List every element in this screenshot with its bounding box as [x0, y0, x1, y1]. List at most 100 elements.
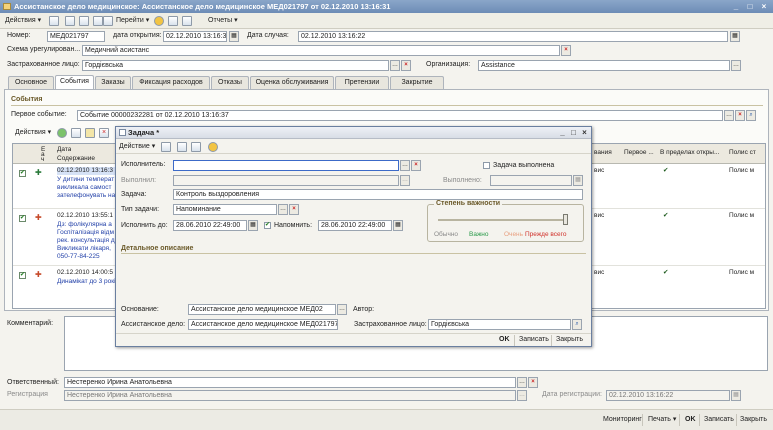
first-event-select-icon[interactable]: …	[724, 110, 734, 121]
tab-events[interactable]: События	[55, 75, 94, 89]
executor-clear-icon[interactable]: ×	[411, 160, 421, 171]
dialog-insured-open-icon[interactable]: ⌕	[572, 319, 582, 330]
help-icon[interactable]	[208, 142, 218, 152]
importance-slider-thumb[interactable]	[563, 214, 568, 225]
case-date-calendar-icon[interactable]: ▦	[730, 31, 740, 42]
deadline-label: Исполнить до:	[121, 222, 168, 229]
insured-select-icon[interactable]: …	[390, 60, 400, 71]
section-divider	[11, 105, 763, 106]
tab-service-rating[interactable]: Оценка обслуживания	[250, 76, 334, 89]
post-icon[interactable]	[65, 16, 75, 26]
deadline-field[interactable]: 28.06.2010 22:49:00	[173, 220, 247, 231]
tab-orders[interactable]: Заказы	[95, 76, 131, 89]
task-dialog: Задача * _ □ × Действие ▾ Исполнитель: ……	[115, 126, 592, 347]
task-field[interactable]: Контроль выздоровления	[173, 189, 583, 200]
print-menu[interactable]: Печать ▾	[648, 415, 676, 425]
case-date-field[interactable]: 02.12.2010 13:16:22	[298, 31, 728, 42]
delete-event-icon[interactable]: ×	[99, 128, 109, 138]
column-header[interactable]: Дата	[57, 146, 71, 154]
basis-select-icon[interactable]: …	[337, 304, 347, 315]
dialog-insured-field[interactable]: Гордієвська	[428, 319, 571, 330]
refresh-icon[interactable]	[191, 142, 201, 152]
monitoring-button[interactable]: Мониторинг	[603, 415, 642, 425]
table-icon[interactable]	[168, 16, 178, 26]
edit-event-icon[interactable]	[85, 128, 95, 138]
close-button[interactable]: Закрыть	[740, 415, 767, 425]
close-icon[interactable]: ×	[758, 1, 770, 12]
list-icon[interactable]	[177, 142, 187, 152]
scheme-field[interactable]: Медичний асистанс	[82, 45, 560, 56]
executor-field[interactable]	[173, 160, 399, 171]
settings-icon[interactable]	[182, 16, 192, 26]
importance-level-very: Очень	[504, 231, 524, 238]
number-field[interactable]: МЕД021797	[47, 31, 105, 42]
executor-select-icon[interactable]: …	[400, 160, 410, 171]
column-header[interactable]: Полис ст	[729, 149, 756, 157]
responsible-field[interactable]: Нестеренко Ирина Анатольевна	[64, 377, 516, 388]
save-icon[interactable]	[161, 142, 171, 152]
minimize-icon[interactable]: _	[730, 1, 742, 12]
remind-field[interactable]: 28.06.2010 22:49:00	[318, 220, 392, 231]
remind-checkbox[interactable]: ✔	[264, 222, 271, 229]
remind-calendar-icon[interactable]: ▦	[393, 220, 403, 231]
column-header[interactable]: Содержание	[57, 155, 95, 163]
add-event-icon[interactable]	[57, 128, 67, 138]
row-checkbox[interactable]: ✔	[19, 272, 26, 279]
dialog-actions-menu[interactable]: Действие ▾	[119, 141, 155, 153]
close-icon[interactable]: ×	[579, 127, 590, 139]
details-textarea[interactable]	[121, 257, 586, 299]
structure-icon[interactable]	[93, 16, 103, 26]
copy-icon[interactable]	[79, 16, 89, 26]
insured-field[interactable]: Гордієвська	[82, 60, 389, 71]
org-select-icon[interactable]: …	[731, 60, 741, 71]
case-field[interactable]: Ассистанское дело медицинское МЕД021797 …	[188, 319, 338, 330]
reports-menu[interactable]: Отчеты ▾	[208, 15, 238, 27]
events-actions-menu[interactable]: Действия ▾	[15, 127, 51, 139]
responsible-clear-icon[interactable]: ×	[528, 377, 538, 388]
importance-slider-track[interactable]	[438, 219, 568, 221]
task-type-select-icon[interactable]: …	[278, 204, 288, 215]
basis-field[interactable]: Ассистанское дело медицинское МЕД02	[188, 304, 336, 315]
save-icon[interactable]	[49, 16, 59, 26]
task-type-field[interactable]: Напоминание	[173, 204, 277, 215]
first-event-clear-icon[interactable]: ×	[735, 110, 745, 121]
maximize-icon[interactable]: □	[744, 1, 756, 12]
insured-clear-icon[interactable]: ×	[401, 60, 411, 71]
first-event-open-icon[interactable]: ⌕	[746, 110, 756, 121]
column-header[interactable]: В пределах откры...	[660, 149, 719, 157]
save-button[interactable]: Записать	[704, 415, 734, 425]
dialog-save-button[interactable]: Записать	[519, 335, 549, 345]
column-header[interactable]: вания	[594, 149, 612, 157]
tab-main[interactable]: Основное	[8, 76, 54, 89]
goto-menu[interactable]: Перейти ▾	[116, 15, 149, 27]
ok-button[interactable]: OK	[685, 415, 696, 425]
scheme-clear-icon[interactable]: ×	[561, 45, 571, 56]
tab-closing[interactable]: Закрытие	[390, 76, 444, 89]
task-done-checkbox[interactable]	[483, 162, 490, 169]
event-text-line: Госпіталізація відм	[57, 229, 114, 236]
tab-expenses[interactable]: Фиксация расходов	[132, 76, 210, 89]
tab-refusals[interactable]: Отказы	[211, 76, 249, 89]
help-icon[interactable]	[154, 16, 164, 26]
org-field[interactable]: Assistance	[478, 60, 730, 71]
dialog-insured-label: Застрахованное лицо:	[354, 321, 427, 328]
row-checkbox[interactable]: ✔	[19, 215, 26, 222]
dialog-ok-button[interactable]: OK	[499, 335, 510, 345]
task-type-clear-icon[interactable]: ×	[289, 204, 299, 215]
maximize-icon[interactable]: □	[568, 127, 579, 139]
responsible-select-icon[interactable]: …	[517, 377, 527, 388]
deadline-calendar-icon[interactable]: ▦	[248, 220, 258, 231]
open-date-calendar-icon[interactable]: ▦	[229, 31, 239, 42]
open-date-field[interactable]: 02.12.2010 13:16:31	[163, 31, 227, 42]
list-icon[interactable]	[103, 16, 113, 26]
row-checkbox[interactable]: ✔	[19, 170, 26, 177]
minimize-icon[interactable]: _	[557, 127, 568, 139]
tab-claims[interactable]: Претензии	[335, 76, 389, 89]
first-event-field[interactable]: Событие 00000232281 от 02.12.2010 13:16:…	[77, 110, 723, 121]
copy-event-icon[interactable]	[71, 128, 81, 138]
dialog-close-button[interactable]: Закрыть	[556, 335, 583, 345]
column-header[interactable]: Первое ...	[624, 149, 654, 157]
event-text-line: У дитини температ	[57, 176, 115, 183]
event-policy: Полис м	[729, 212, 755, 219]
actions-menu[interactable]: Действия ▾	[5, 15, 41, 27]
